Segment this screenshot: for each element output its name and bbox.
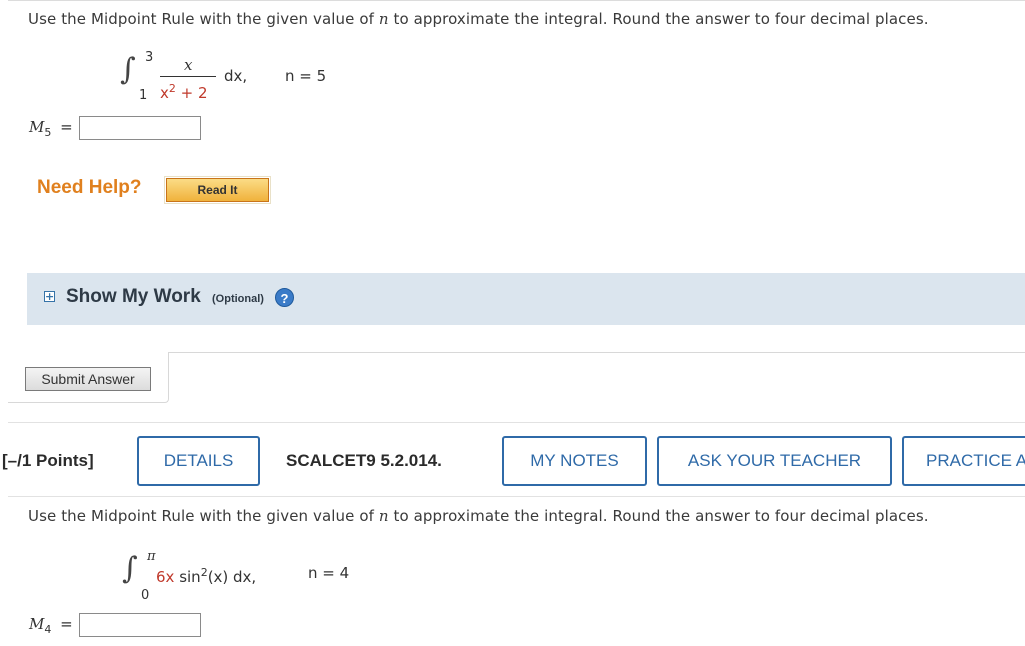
numerator: x xyxy=(184,56,193,74)
upper-limit: 3 xyxy=(145,50,154,65)
details-button[interactable]: DETAILS xyxy=(137,436,260,486)
need-help-label: Need Help? xyxy=(37,177,142,198)
expand-plus-icon[interactable]: + xyxy=(44,291,55,302)
practice-another-button[interactable]: PRACTICE ANOTHER xyxy=(902,436,1025,486)
integral-sign: ∫ xyxy=(122,551,138,586)
differential: dx, xyxy=(224,67,248,85)
upper-limit: π xyxy=(147,549,156,564)
ask-your-teacher-button[interactable]: ASK YOUR TEACHER xyxy=(657,436,892,486)
question-id: SCALCET9 5.2.014. xyxy=(286,451,442,470)
integrand: 6x sin2(x) dx, xyxy=(156,566,257,586)
answer-input-2[interactable] xyxy=(79,613,201,637)
lower-limit: 1 xyxy=(139,88,148,103)
submit-divider xyxy=(168,352,1025,353)
show-my-work-title[interactable]: Show My Work xyxy=(66,286,201,308)
read-it-button[interactable]: Read It xyxy=(164,176,271,204)
question-separator xyxy=(8,422,1025,423)
fraction-bar xyxy=(160,76,216,77)
n-value: n = 5 xyxy=(285,67,327,85)
integral-sign: ∫ xyxy=(120,52,136,87)
help-question-icon[interactable]: ? xyxy=(275,288,294,307)
top-divider xyxy=(8,0,1025,1)
points-label: [–/1 Points] xyxy=(2,451,94,470)
header-divider xyxy=(8,496,1025,497)
question-1-prompt: Use the Midpoint Rule with the given val… xyxy=(28,10,929,28)
answer-label-2: M4 = xyxy=(29,615,73,636)
answer-input-1[interactable] xyxy=(79,116,201,140)
lower-limit: 0 xyxy=(141,588,150,603)
answer-label-1: M5 = xyxy=(29,118,73,139)
my-notes-button[interactable]: MY NOTES xyxy=(502,436,647,486)
submit-answer-button[interactable]: Submit Answer xyxy=(25,367,151,391)
n-value: n = 4 xyxy=(308,564,350,582)
denominator: x2 + 2 xyxy=(160,82,208,102)
optional-label: (Optional) xyxy=(212,293,264,305)
question-2-prompt: Use the Midpoint Rule with the given val… xyxy=(28,507,929,525)
